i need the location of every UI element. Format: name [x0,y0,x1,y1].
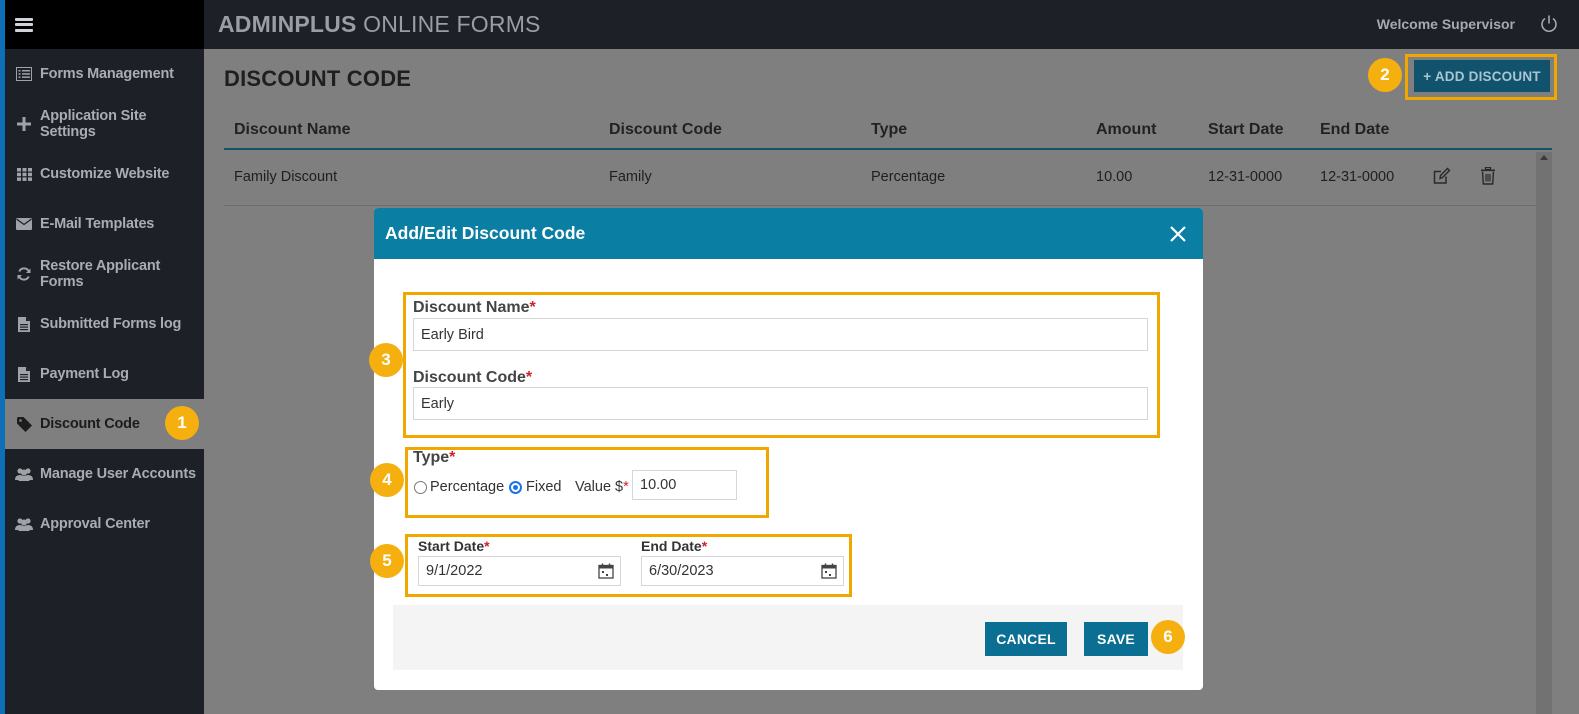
sidebar-item-label: Submitted Forms log [40,316,182,332]
discount-table: Discount Name Discount Code Type Amount … [224,110,1552,206]
envelope-icon [15,215,33,233]
sidebar-item-manage-user-accounts[interactable]: Manage User Accounts [5,449,204,499]
document-icon [15,315,33,333]
welcome-text: Welcome Supervisor [1376,16,1515,32]
column-header[interactable]: Amount [1096,121,1156,139]
tag-icon [15,415,33,433]
sidebar-item-label: Forms Management [40,66,174,82]
add-discount-button[interactable]: + ADD DISCOUNT [1414,60,1550,92]
sidebar-item-application-site-settings[interactable]: Application Site Settings [5,99,204,149]
column-header[interactable]: Discount Name [234,121,350,139]
table-cell: 12-31-0000 [1208,169,1283,185]
edit-icon[interactable] [1433,167,1451,185]
modal-footer: CANCEL SAVE [393,605,1183,670]
sidebar-item-label: E-Mail Templates [40,216,155,232]
table-cell: 10.00 [1096,169,1133,185]
page-title: DISCOUNT CODE [224,66,412,91]
grid-icon [15,165,33,183]
scroll-up-arrow-icon[interactable] [1540,155,1548,160]
save-button[interactable]: SAVE [1084,622,1148,656]
table-row: Family Discount Family Percentage 10.00 … [224,150,1552,206]
table-cell: 12-31-0000 [1320,169,1395,185]
table-header: Discount Name Discount Code Type Amount … [224,110,1552,150]
table-scrollbar[interactable] [1536,152,1552,714]
sidebar-item-payment-log[interactable]: Payment Log [5,349,204,399]
sidebar-header [5,0,204,49]
sidebar-item-label: Approval Center [40,516,150,532]
hamburger-menu-icon[interactable] [15,17,33,32]
table-cell: Family Discount [234,169,338,185]
highlight-frame-dates [405,534,852,597]
close-icon[interactable] [1169,225,1187,243]
list-icon [15,65,33,83]
modal-header: Add/Edit Discount Code [374,208,1203,259]
power-icon[interactable] [1539,14,1559,34]
highlight-frame-type [405,447,769,518]
trash-icon[interactable] [1480,166,1498,185]
column-header[interactable]: Discount Code [609,121,722,139]
users-icon [15,515,33,533]
users-icon [15,465,33,483]
column-header[interactable]: Start Date [1208,121,1284,139]
sidebar-item-label: Payment Log [40,366,129,382]
step-badge-2: 2 [1368,58,1402,92]
refresh-icon [15,265,33,283]
sidebar-item-restore-applicant-forms[interactable]: Restore Applicant Forms [5,249,204,299]
column-header[interactable]: End Date [1320,121,1389,139]
step-badge-5: 5 [370,544,404,578]
sidebar-item-label: Customize Website [40,166,170,182]
table-cell: Family [609,169,652,185]
sidebar: Forms Management Application Site Settin… [5,0,204,714]
sidebar-item-approval-center[interactable]: Approval Center [5,499,204,549]
table-cell: Percentage [871,169,946,185]
sidebar-item-label: Restore Applicant Forms [40,258,161,290]
document-icon [15,365,33,383]
column-header[interactable]: Type [871,121,907,139]
sidebar-item-email-templates[interactable]: E-Mail Templates [5,199,204,249]
step-badge-6: 6 [1151,620,1185,654]
sidebar-item-label: Manage User Accounts [40,466,196,482]
plus-icon [15,115,33,133]
highlight-frame-name-code [403,292,1160,438]
top-header: ADMINPLUS ONLINE FORMS Welcome Superviso… [204,0,1579,49]
app-title: ADMINPLUS ONLINE FORMS [218,11,541,37]
cancel-button[interactable]: CANCEL [985,622,1067,656]
sidebar-item-label: Application Site Settings [40,108,147,140]
sidebar-item-customize-website[interactable]: Customize Website [5,149,204,199]
step-badge-3: 3 [369,343,403,377]
sidebar-item-submitted-forms-log[interactable]: Submitted Forms log [5,299,204,349]
sidebar-item-label: Discount Code [40,416,140,432]
step-badge-4: 4 [370,463,404,497]
modal-title: Add/Edit Discount Code [385,223,586,243]
step-badge-1: 1 [165,406,199,440]
sidebar-item-forms-management[interactable]: Forms Management [5,49,204,99]
